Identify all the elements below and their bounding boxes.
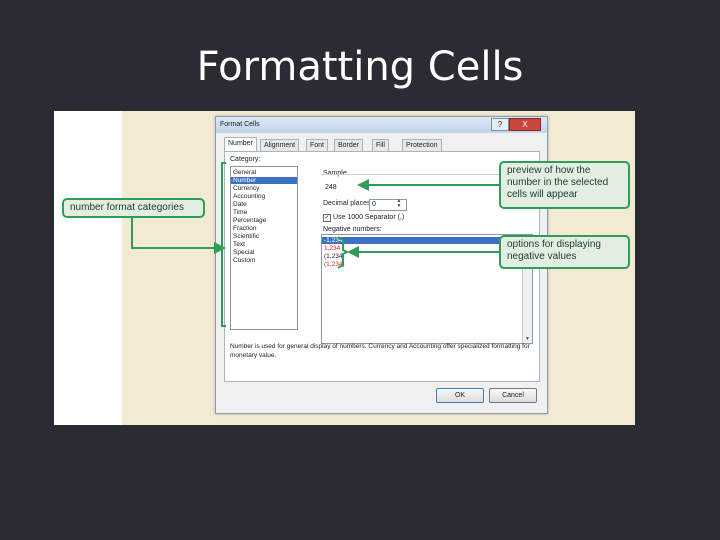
callout-categories: number format categories [62, 198, 205, 218]
callout-negative: options for displaying negative values [499, 235, 630, 269]
slide-title: Formatting Cells [196, 44, 524, 90]
categories-connector [131, 218, 226, 254]
negative-bracket [337, 236, 350, 269]
screenshot-figure: Format Cells ? X Number Alignment Font B… [54, 111, 635, 425]
categories-bracket [221, 162, 226, 327]
callout-preview: preview of how the number in the selecte… [499, 161, 630, 209]
